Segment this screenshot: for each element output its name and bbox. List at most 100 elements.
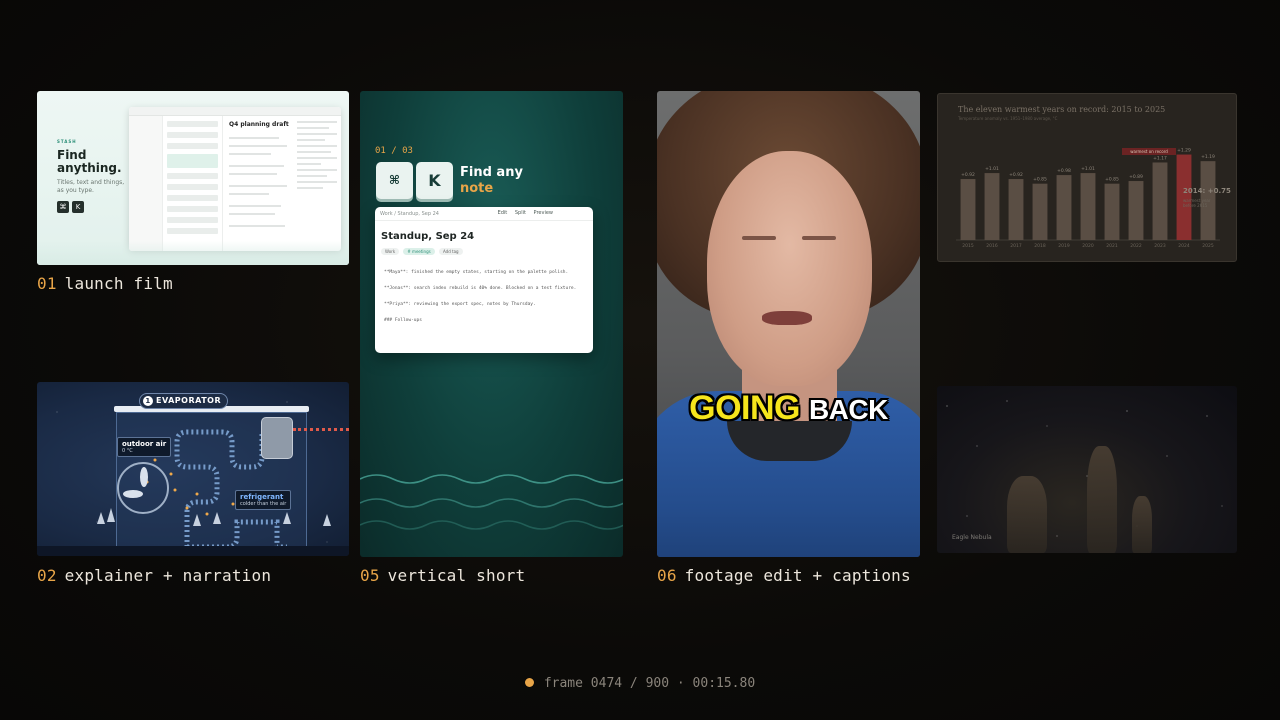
chart-bar: [960, 179, 976, 240]
chart-tick-label: 2021: [1106, 243, 1118, 249]
chart-bar: [1080, 173, 1096, 240]
person-eye: [742, 236, 776, 240]
person-eye: [802, 236, 836, 240]
app-window-preview: Q4 planning draft: [129, 107, 341, 251]
nebula-pillar: [1087, 446, 1117, 553]
compressor-tank: [261, 417, 293, 459]
command-key-icon: ⌘: [376, 162, 413, 199]
nebula-pillar: [1007, 476, 1047, 553]
chart-bar: [1008, 179, 1024, 240]
outdoor-air-label: outdoor air 0 °C: [117, 437, 172, 457]
note-tags: Work # meetings Add tag: [381, 248, 466, 255]
tile-chart[interactable]: The eleven warmest years on record: 2015…: [937, 93, 1237, 262]
chart-value-label: +0.85: [1105, 177, 1119, 183]
tab-edit[interactable]: Edit: [498, 210, 508, 216]
tag-chip[interactable]: # meetings: [403, 248, 435, 255]
app-sidebar: [129, 116, 163, 251]
tile-launch-film[interactable]: STASH Find anything. Titles, text and th…: [37, 91, 349, 265]
hot-line: [293, 428, 349, 431]
coil-pipes: [97, 424, 331, 550]
app-right-panel: [297, 121, 337, 193]
chart-bar: [1032, 183, 1048, 240]
caption-vertical-short: 05 vertical short: [360, 566, 525, 585]
note-title: Standup, Sep 24: [381, 231, 475, 242]
launch-subline: Titles, text and things, as you type.: [57, 179, 125, 194]
tab-split[interactable]: Split: [515, 210, 526, 216]
chart-bar: [1152, 162, 1168, 240]
caption-word: BACK: [808, 394, 888, 425]
find-headline-line1: Find any: [460, 165, 523, 180]
note-body: **Maya**: finished the empty states, sta…: [384, 269, 584, 333]
chart-callout-value: 2014: +0.75: [1183, 187, 1231, 195]
chart-value-label: +0.89: [1129, 174, 1143, 180]
launch-headline: Find anything.: [57, 148, 122, 175]
tile-explainer[interactable]: 1 EVAPORATOR outdoor air 0 °C refrigerant…: [37, 382, 349, 556]
chart-tick-label: 2024: [1178, 243, 1190, 249]
caption-number: 06: [657, 566, 677, 585]
chart-bar: [1104, 183, 1120, 240]
note-card: Work / Standup, Sep 24 Edit Split Previe…: [375, 207, 593, 353]
note-tabs: Edit Split Preview: [492, 210, 553, 216]
chart-bar: [1056, 175, 1072, 240]
k-key: K: [72, 201, 84, 213]
note-line: ### Follow-ups: [384, 318, 422, 323]
caption-label: footage edit + captions: [684, 566, 911, 585]
chart-value-label: +1.01: [985, 166, 999, 172]
app-brand: STASH: [57, 139, 77, 144]
caption-label: explainer + narration: [64, 566, 272, 585]
playhead-dot-icon: [524, 678, 534, 687]
caption-label: vertical short: [387, 566, 526, 585]
caption-number: 02: [37, 566, 57, 585]
burned-in-caption: GOING BACK: [657, 389, 920, 428]
chart-tick-label: 2023: [1154, 243, 1166, 249]
chart-tick-label: 2018: [1034, 243, 1046, 249]
image-credit: Eagle Nebula: [952, 534, 992, 541]
person-face: [707, 151, 872, 386]
tab-preview[interactable]: Preview: [534, 210, 553, 216]
chart-tick-label: 2025: [1202, 243, 1214, 249]
caption-number: 05: [360, 566, 380, 585]
app-titlebar: [129, 107, 341, 116]
refrigerant-label: refrigerant colder than the air: [235, 490, 292, 510]
caption-launch-film: 01 launch film: [37, 274, 173, 293]
chart-tick-label: 2022: [1130, 243, 1142, 249]
chart-bar: [1128, 181, 1144, 240]
chart-value-label: +0.92: [1009, 172, 1023, 178]
chart-value-label: +1.29: [1177, 148, 1191, 154]
wave-lines-decoration: [360, 474, 623, 530]
add-tag-chip[interactable]: Add tag: [438, 248, 463, 255]
app-note-list: [163, 116, 223, 251]
frame-counter: frame 0474 / 900 · 00:15.80: [543, 676, 756, 691]
chart-tick-label: 2015: [962, 243, 974, 249]
caption-explainer: 02 explainer + narration: [37, 566, 271, 585]
bar-chart: +0.92 2015 +1.01 2016 +0.92 2017 +0.85 2018 +0.9…: [956, 148, 1220, 249]
note-line: **Priya**: reviewing the export spec, no…: [384, 302, 536, 307]
tile-footage-edit[interactable]: GOING BACK: [657, 91, 920, 557]
tag-chip[interactable]: Work: [381, 248, 400, 255]
chart-value-label: +0.92: [961, 172, 975, 178]
person-mouth: [762, 311, 812, 325]
caption-footage-edit: 06 footage edit + captions: [657, 566, 911, 585]
wave-decoration: [37, 241, 349, 265]
note-line: **Jonas**: search index rebuild is 40% d…: [384, 286, 577, 291]
k-key: K: [416, 162, 453, 199]
caption-label: launch film: [64, 274, 173, 293]
chart-tick-label: 2019: [1058, 243, 1070, 249]
chart-value-label: +0.85: [1033, 177, 1047, 183]
ground-strip: [37, 546, 349, 556]
chart-tick-label: 2017: [1010, 243, 1022, 249]
nebula-pillar: [1132, 496, 1152, 553]
note-breadcrumb: Work / Standup, Sep 24 Edit Split Previe…: [375, 207, 593, 221]
chart-value-label: +0.98: [1057, 168, 1071, 174]
chart-value-label: +1.17: [1153, 155, 1167, 161]
app-doc-title: Q4 planning draft: [229, 121, 289, 128]
caption-word-highlight: GOING: [689, 389, 800, 427]
tile-vertical-short[interactable]: 01 / 03 ⌘ K Find any note Work / Standup…: [360, 91, 623, 557]
tile-nebula[interactable]: Eagle Nebula: [937, 386, 1237, 553]
chart-tick-label: 2020: [1082, 243, 1094, 249]
chart-tick-label: 2016: [986, 243, 998, 249]
chart-value-label: +1.19: [1201, 154, 1215, 160]
chart-value-label: +1.01: [1081, 166, 1095, 172]
slide-counter: 01 / 03: [375, 146, 413, 156]
frame-status: frame 0474 / 900 · 00:15.80: [0, 676, 1280, 691]
